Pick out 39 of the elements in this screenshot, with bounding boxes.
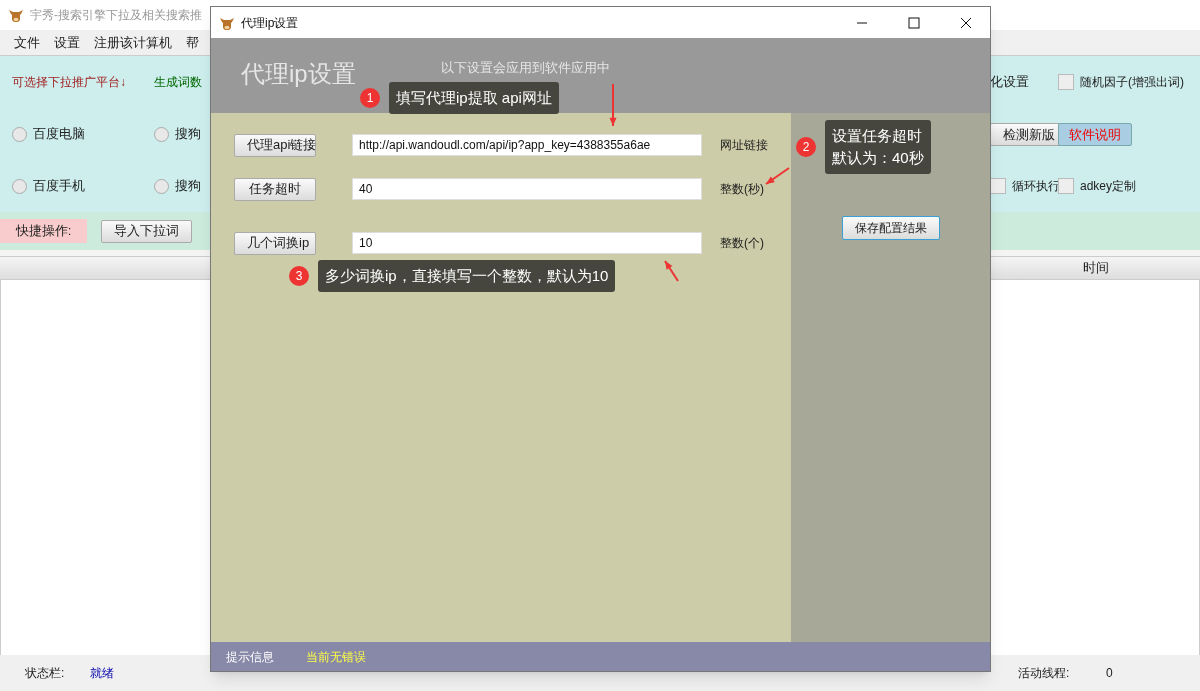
- menu-item[interactable]: 注册该计算机: [94, 32, 172, 53]
- dialog-title: 代理ip设置: [241, 14, 300, 32]
- quick-label: 快捷操作:: [0, 219, 87, 243]
- menu-item[interactable]: 设置: [54, 32, 80, 53]
- platform-label: 可选择下拉推广平台↓: [12, 74, 127, 91]
- unit-label: 整数(秒): [720, 181, 764, 198]
- import-button[interactable]: 导入下拉词: [101, 219, 192, 243]
- input-field[interactable]: 10: [352, 232, 702, 254]
- window-title: 宇秀-搜索引擎下拉及相关搜索推: [30, 7, 202, 24]
- checkbox-label: adkey定制: [1080, 178, 1137, 195]
- input-field[interactable]: http://api.wandoudl.com/api/ip?app_key=4388355a6ae: [352, 134, 702, 156]
- row-button[interactable]: 任务超时: [234, 177, 316, 201]
- unit-label: 网址链接: [720, 137, 768, 154]
- callout-tooltip: 填写代理ip提取 api网址: [389, 82, 559, 114]
- save-button[interactable]: 保存配置结果: [841, 216, 940, 240]
- radio-label: 百度手机: [33, 177, 85, 196]
- menu-item[interactable]: 文件: [14, 32, 40, 53]
- radio-label: 搜狗: [175, 177, 201, 196]
- dialog-heading: 代理ip设置: [241, 59, 356, 89]
- unit-label: 整数(个): [720, 235, 764, 252]
- count-label: 生成词数: [154, 74, 203, 91]
- status-label: 活动线程:: [1018, 665, 1071, 682]
- radio-label: 百度电脑: [33, 125, 85, 144]
- radio-label: 搜狗: [175, 125, 201, 144]
- checkbox-label: 循环执行: [1012, 178, 1060, 195]
- status-label: 状态栏:: [25, 665, 66, 682]
- input-field[interactable]: 40: [352, 178, 702, 200]
- menu-item[interactable]: 帮: [186, 32, 199, 53]
- status-value: 就绪: [90, 665, 115, 682]
- row-button[interactable]: 代理api链接: [234, 133, 316, 157]
- footer-message: 当前无错误: [306, 648, 366, 666]
- callout-tooltip: 多少词换ip，直接填写一个整数，默认为10: [318, 260, 616, 292]
- row-button[interactable]: 几个词换ip: [234, 231, 316, 255]
- checkbox-label: 随机因子(增强出词): [1080, 74, 1184, 91]
- status-value: 0: [1106, 665, 1113, 682]
- dialog-subtitle: 以下设置会应用到软件应用中: [440, 59, 610, 77]
- callout-tooltip: 设置任务超时 默认为：40秒: [825, 120, 931, 174]
- footer-label: 提示信息: [226, 648, 274, 666]
- settings-label: 化设置: [990, 73, 1030, 92]
